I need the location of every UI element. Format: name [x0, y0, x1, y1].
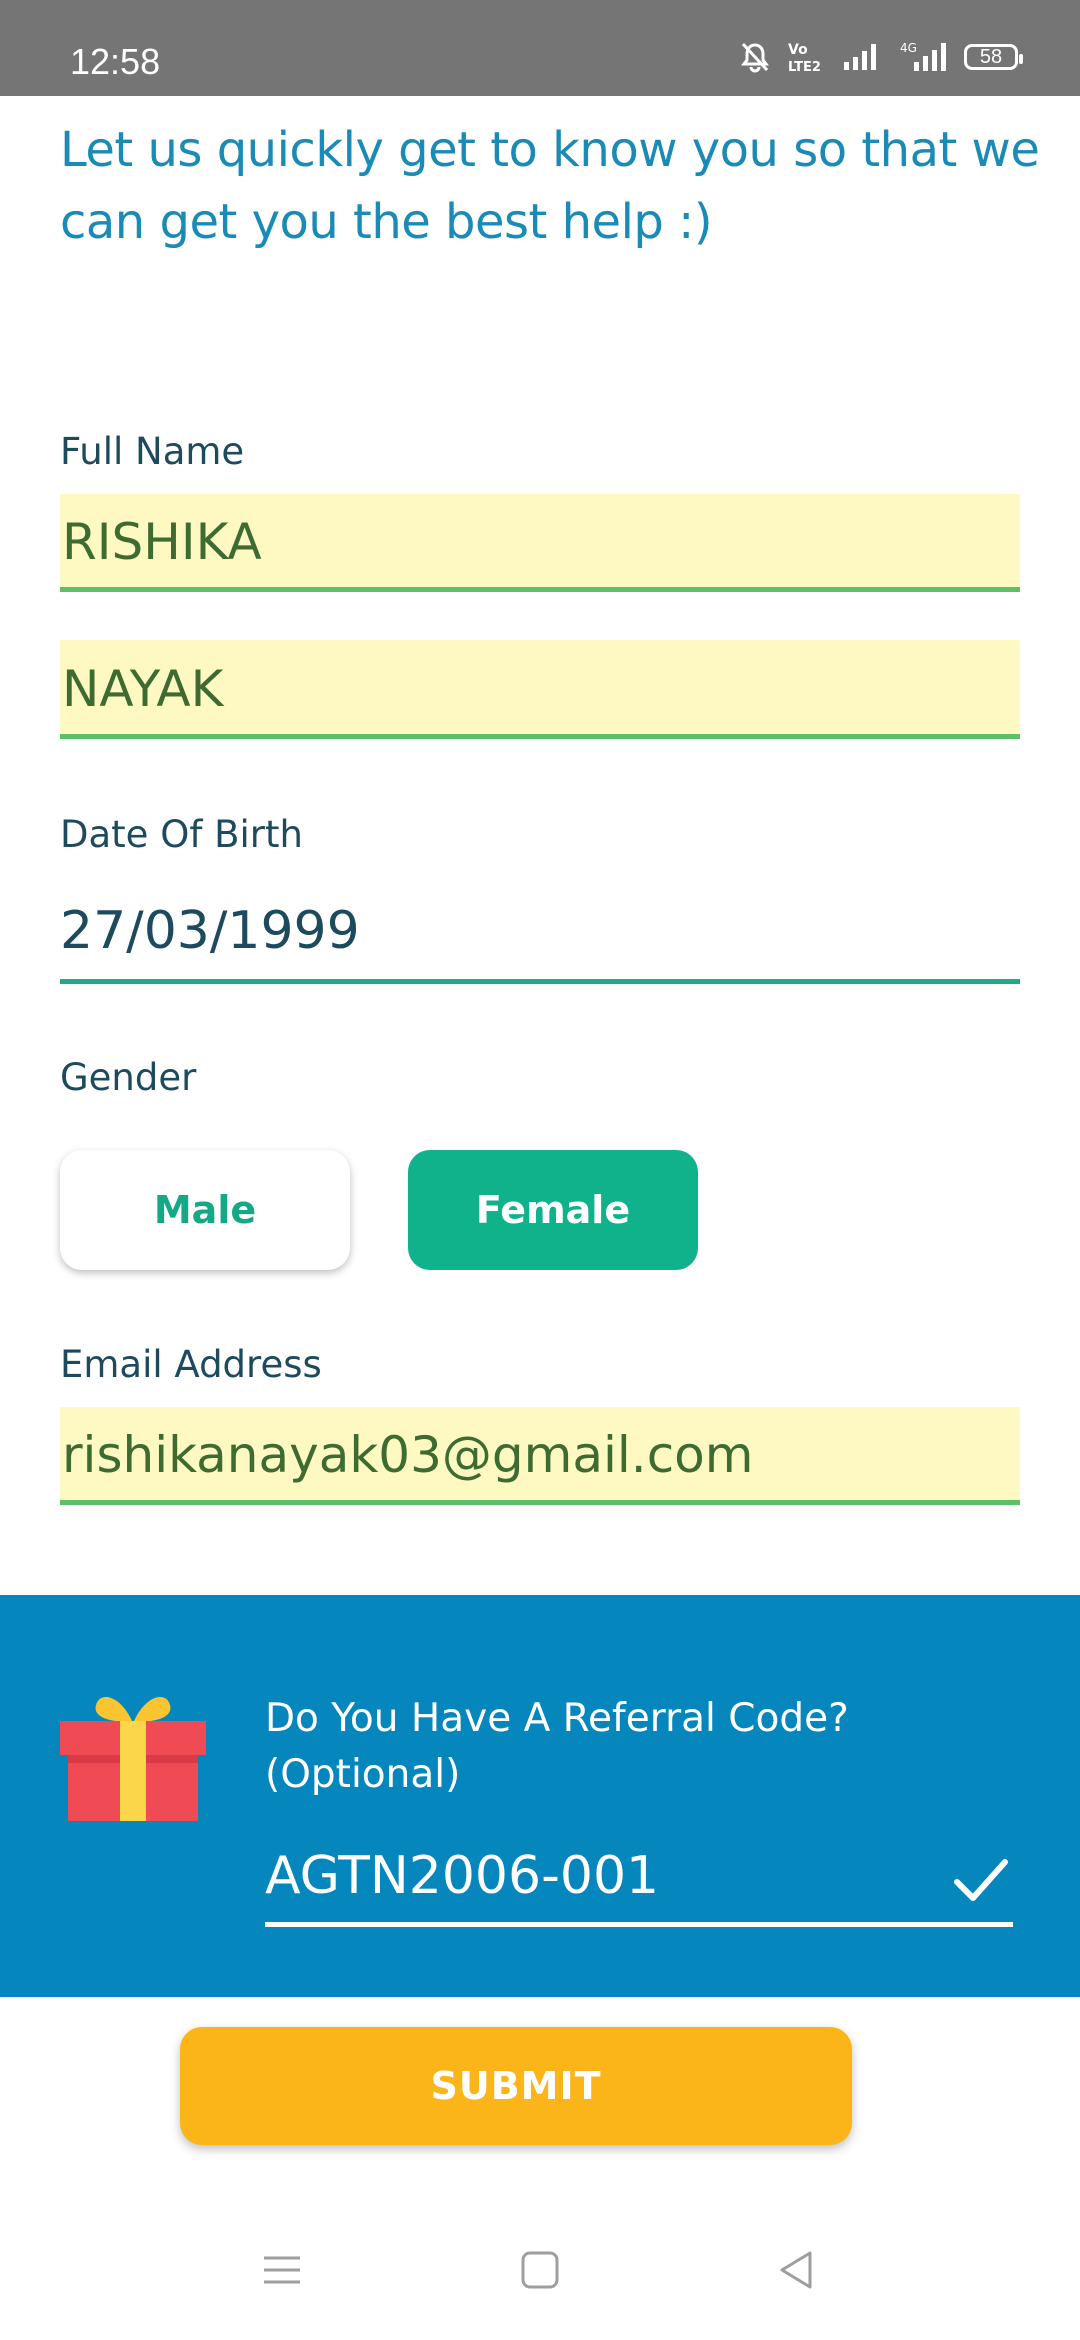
battery-level: 58: [979, 45, 1003, 68]
dob-value: 27/03/1999: [60, 901, 360, 961]
intro-heading: Let us quickly get to know you so that w…: [60, 122, 1040, 250]
full-name-label: Full Name: [60, 430, 245, 473]
volte-icon: Vo LTE2: [788, 42, 821, 74]
svg-text:LTE2: LTE2: [788, 60, 821, 74]
signal-4g-icon: 4G: [900, 41, 946, 71]
last-name-field[interactable]: NAYAK: [60, 640, 1020, 739]
status-time: 12:58: [70, 41, 161, 82]
svg-text:Vo: Vo: [788, 42, 808, 58]
gender-male-button[interactable]: Male: [60, 1150, 350, 1270]
dob-label: Date Of Birth: [60, 813, 303, 856]
referral-code-field[interactable]: AGTN2006-001: [265, 1829, 1013, 1927]
email-field[interactable]: rishikanayak03@gmail.com: [60, 1407, 1020, 1505]
notifications-off-icon: [741, 42, 769, 73]
referral-panel: Do You Have A Referral Code? (Optional) …: [0, 1595, 1080, 1997]
signal-icon: [844, 44, 876, 70]
battery-icon: 58: [964, 44, 1023, 70]
gender-female-button[interactable]: Female: [408, 1150, 698, 1270]
first-name-value: RISHIKA: [62, 513, 262, 571]
submit-button[interactable]: SUBMIT: [180, 2027, 852, 2145]
email-value: rishikanayak03@gmail.com: [62, 1426, 754, 1484]
home-icon[interactable]: [520, 2250, 560, 2290]
svg-text:4G: 4G: [900, 41, 917, 55]
gender-label: Gender: [60, 1056, 197, 1099]
referral-title: Do You Have A Referral Code? (Optional): [265, 1696, 849, 1797]
back-icon[interactable]: [776, 2250, 816, 2290]
status-bar: 12:58 Vo LTE2 4G 58: [0, 0, 1080, 96]
first-name-field[interactable]: RISHIKA: [60, 494, 1020, 592]
menu-icon[interactable]: [262, 2250, 302, 2290]
status-icons: Vo LTE2 4G 58: [740, 40, 1023, 74]
email-label: Email Address: [60, 1343, 322, 1386]
referral-code-value: AGTN2006-001: [265, 1846, 660, 1906]
dob-field[interactable]: 27/03/1999: [60, 880, 1020, 984]
last-name-value: NAYAK: [62, 660, 224, 718]
check-icon: [954, 1859, 1008, 1901]
gift-icon: [60, 1697, 206, 1821]
navigation-bar: [0, 2200, 1080, 2340]
